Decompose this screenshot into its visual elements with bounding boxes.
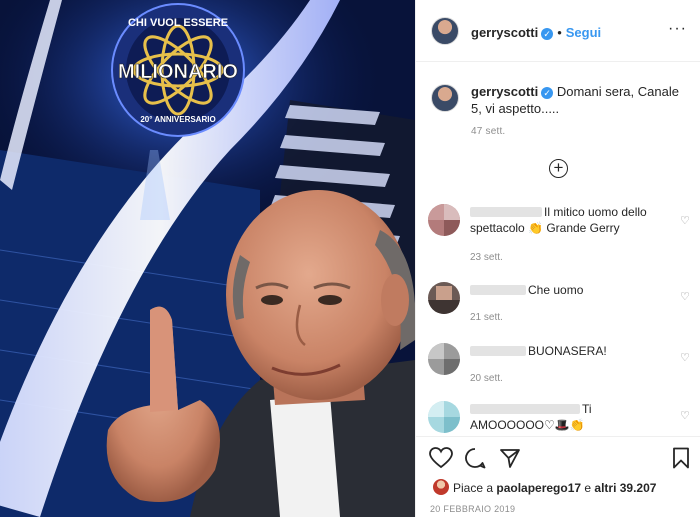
comment-avatar[interactable] — [428, 343, 460, 375]
likes-user[interactable]: paolaperego17 — [496, 481, 581, 495]
comment-avatar[interactable] — [428, 401, 460, 433]
caption-username[interactable]: gerryscotti — [471, 84, 538, 99]
comment-body: BUONASERA! — [470, 343, 675, 359]
likes-line: Piace a paolaperego17 e altri 39.207 — [453, 481, 656, 495]
comment-like-heart-icon[interactable]: ♡ — [680, 214, 690, 227]
post-sidebar: gerryscotti ✓ • Segui ··· gerryscotti ✓ Doma… — [415, 0, 700, 517]
author-line: gerryscotti ✓ • Segui — [471, 24, 601, 42]
comment-username-redacted[interactable] — [470, 404, 580, 414]
caption-body: gerryscotti ✓ Domani sera, Canale 5, vi a… — [471, 83, 686, 117]
separator-dot: • — [557, 25, 562, 40]
logo-line3: 20° ANNIVERSARIO — [140, 115, 215, 124]
comment-body: Il mitico uomo dello spettacolo 👏 Grande… — [470, 204, 675, 236]
post-date[interactable]: 20 FEBBRAIO 2019 — [430, 504, 515, 514]
caption-time[interactable]: 47 sett. — [471, 126, 505, 137]
comment-avatar[interactable] — [428, 282, 460, 314]
author-avatar[interactable] — [431, 17, 459, 45]
comment-text: BUONASERA! — [528, 344, 607, 358]
comment-like-heart-icon[interactable]: ♡ — [680, 351, 690, 364]
more-icon[interactable]: ··· — [668, 20, 687, 38]
load-more-icon[interactable]: + — [549, 159, 568, 178]
comment-time[interactable]: 20 sett. — [470, 373, 503, 384]
verified-icon: ✓ — [541, 87, 554, 99]
follow-button[interactable]: Segui — [566, 25, 601, 40]
comment-text: Che uomo — [528, 283, 584, 297]
comment-like-heart-icon[interactable]: ♡ — [680, 290, 690, 303]
likes-middle: e — [581, 481, 595, 495]
comment-time[interactable]: 21 sett. — [470, 312, 503, 323]
comment-like-heart-icon[interactable]: ♡ — [680, 409, 690, 422]
bookmark-icon[interactable] — [672, 447, 690, 469]
logo-line1: CHI VUOL ESSERE — [128, 17, 228, 29]
comment-username-redacted[interactable] — [470, 346, 526, 356]
post-header: gerryscotti ✓ • Segui ··· — [416, 0, 700, 62]
comment-time[interactable]: 23 sett. — [470, 252, 503, 263]
millionaire-logo: CHI VUOL ESSERE MILIONARIO 20° ANNIVERSA… — [111, 3, 245, 137]
comment-username-redacted[interactable] — [470, 285, 526, 295]
comment-avatar[interactable] — [428, 204, 460, 236]
liker-avatar[interactable] — [433, 479, 449, 495]
heart-icon[interactable] — [429, 447, 453, 469]
share-icon[interactable] — [499, 447, 521, 469]
likes-prefix: Piace a — [453, 481, 497, 495]
post-actions: Piace a paolaperego17 e altri 39.207 20 … — [416, 436, 700, 517]
comment-body: Che uomo — [470, 282, 675, 298]
post-photo[interactable]: CHI VUOL ESSERE MILIONARIO 20° ANNIVERSA… — [0, 0, 415, 517]
likes-others[interactable]: altri 39.207 — [594, 481, 656, 495]
author-username[interactable]: gerryscotti — [471, 25, 538, 40]
comment-username-redacted[interactable] — [470, 207, 542, 217]
comment-body: Ti AMOOOOOO♡🎩👏 — [470, 401, 675, 433]
post-image: CHI VUOL ESSERE MILIONARIO 20° ANNIVERSA… — [0, 0, 415, 517]
comment-icon[interactable] — [464, 447, 486, 469]
verified-icon: ✓ — [541, 28, 554, 40]
logo-line2: MILIONARIO — [118, 61, 238, 83]
caption-avatar[interactable] — [431, 84, 459, 112]
